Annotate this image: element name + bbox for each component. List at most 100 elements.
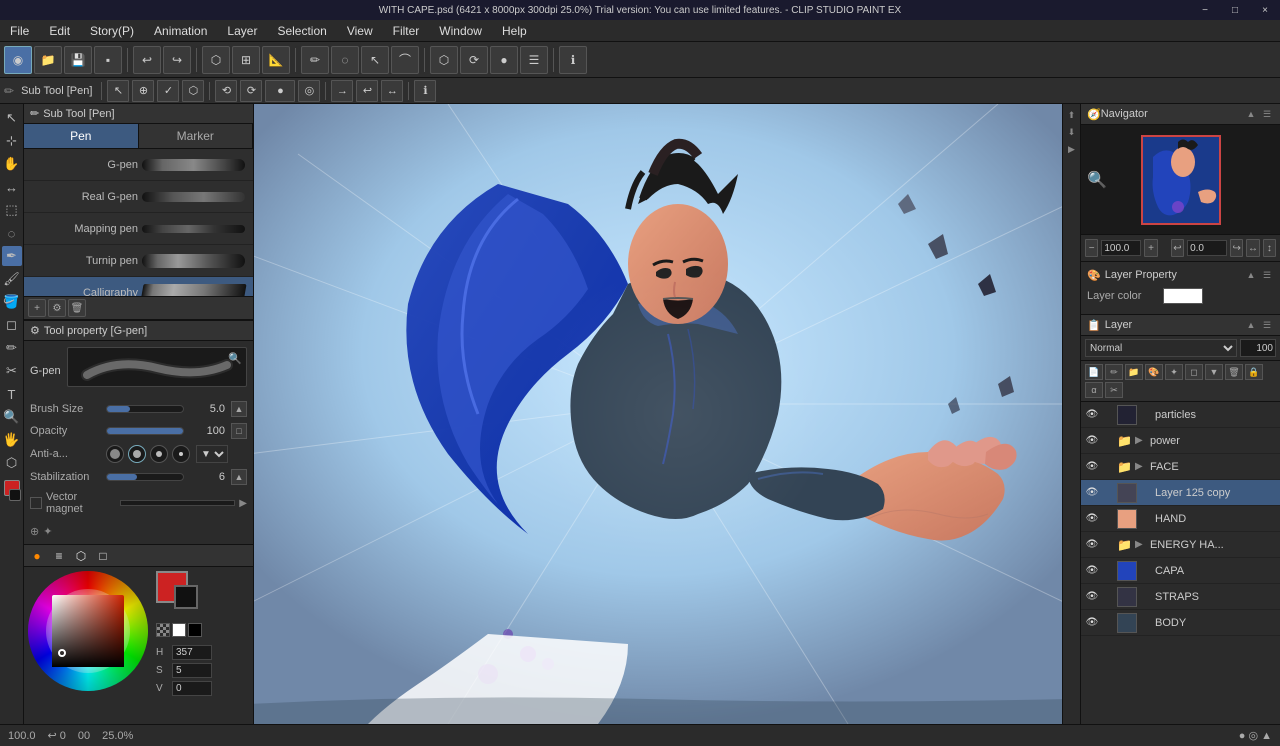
stabilization-increment[interactable]: ▲	[231, 469, 247, 485]
nav-rotate-ccw[interactable]: ↩	[1171, 239, 1184, 257]
rst-btn3[interactable]: ▶	[1065, 142, 1079, 156]
tool-bg-color[interactable]	[9, 489, 21, 501]
stb-btn4[interactable]: ⬡	[182, 80, 204, 102]
nav-rotate-cw[interactable]: ↪	[1230, 239, 1243, 257]
toolbar-select-button[interactable]: ◌	[331, 46, 359, 74]
stabilize-icon1[interactable]: ⊕	[30, 525, 39, 538]
stb-btn6[interactable]: ⟳	[240, 80, 262, 102]
toolbar-arrow-button[interactable]: ↖	[361, 46, 389, 74]
stb-btn5[interactable]: ⟲	[215, 80, 237, 102]
layer-lock-125-copy[interactable]	[1102, 487, 1114, 499]
tool-action-settings[interactable]: ⚙	[48, 299, 66, 317]
toolbar-undo-button[interactable]: ↩	[133, 46, 161, 74]
tool-action-add[interactable]: +	[28, 299, 46, 317]
toolbar-redo-button[interactable]: ↪	[163, 46, 191, 74]
stb-help[interactable]: ℹ	[414, 80, 436, 102]
toolbar-new-button[interactable]: 📁	[34, 46, 62, 74]
menu-help[interactable]: Help	[492, 20, 537, 42]
tool-fill[interactable]: 🪣	[2, 292, 22, 312]
toolbar-rotate-button[interactable]: ⟳	[460, 46, 488, 74]
hue-input[interactable]	[172, 645, 212, 660]
nav-flip-h[interactable]: ↔	[1246, 239, 1259, 257]
tool-gradient[interactable]: ◻	[2, 315, 22, 335]
nav-rotate-input[interactable]	[1187, 240, 1227, 256]
toolbar-save-button[interactable]: 💾	[64, 46, 92, 74]
menu-layer[interactable]: Layer	[217, 20, 267, 42]
brush-g-pen[interactable]: G-pen	[24, 149, 253, 181]
vector-magnet-checkbox[interactable]	[30, 497, 42, 509]
brush-size-increment[interactable]: ▲	[231, 401, 247, 417]
lt-new-fill[interactable]: 🎨	[1145, 364, 1163, 380]
layer-capa[interactable]: 👁 CAPA	[1081, 558, 1280, 584]
lt-clip[interactable]: ✂	[1105, 382, 1123, 398]
tool-action-delete[interactable]: 🗑	[68, 299, 86, 317]
tool-zoom[interactable]: 🔍	[2, 407, 22, 427]
toolbar-paint-button[interactable]: ◉	[4, 46, 32, 74]
layer-body[interactable]: 👁 BODY	[1081, 610, 1280, 636]
color-wheel-tab[interactable]: ●	[28, 547, 46, 565]
layer-eye-straps[interactable]: 👁	[1085, 590, 1099, 604]
lp-header-btn2[interactable]: ☰	[1260, 268, 1274, 282]
opacity-slider[interactable]	[106, 427, 184, 435]
toolbar-curve-button[interactable]: ⌒	[391, 46, 419, 74]
tool-lasso[interactable]: ◌	[2, 223, 22, 243]
tool-brush[interactable]: 🖌	[2, 269, 22, 289]
layer-lock-capa[interactable]	[1102, 565, 1114, 577]
layer-expand-energy[interactable]: ▶	[1135, 539, 1147, 550]
tool-shape[interactable]: ⬡	[2, 453, 22, 473]
rst-btn2[interactable]: ⬇	[1065, 125, 1079, 139]
brush-preview-search[interactable]: 🔍	[228, 352, 242, 365]
layer-125-copy[interactable]: 👁 Layer 125 copy	[1081, 480, 1280, 506]
nav-flip-v[interactable]: ↕	[1263, 239, 1276, 257]
toolbar-grid-button[interactable]: ⊞	[232, 46, 260, 74]
toolbar-menu-button[interactable]: ☰	[520, 46, 548, 74]
stb-rotate[interactable]: ↩	[356, 80, 378, 102]
nav-thumbnail[interactable]	[1141, 135, 1221, 225]
aa-none[interactable]	[106, 445, 124, 463]
lt-delete[interactable]: 🗑	[1225, 364, 1243, 380]
tool-eraser[interactable]: ✏	[2, 338, 22, 358]
toolbar-ruler-button[interactable]: 📐	[262, 46, 290, 74]
layer-lock-energy[interactable]	[1102, 539, 1114, 551]
menu-view[interactable]: View	[337, 20, 383, 42]
aa-dropdown[interactable]: ▼	[196, 445, 228, 463]
layers-header-btn1[interactable]: ▲	[1244, 318, 1258, 332]
nav-header-btn2[interactable]: ☰	[1260, 107, 1274, 121]
white-swatch[interactable]	[172, 623, 186, 637]
layer-opacity-input[interactable]	[1240, 339, 1276, 357]
menu-animation[interactable]: Animation	[144, 20, 217, 42]
lt-lock[interactable]: 🔒	[1245, 364, 1263, 380]
toolbar-pen-button[interactable]: ✏	[301, 46, 329, 74]
stabilize-icon2[interactable]: ✦	[43, 525, 52, 538]
toolbar-circle-button[interactable]: ●	[490, 46, 518, 74]
tab-pen[interactable]: Pen	[24, 124, 139, 148]
layer-lock-body[interactable]	[1102, 617, 1114, 629]
color-palette-tab[interactable]: ⬡	[72, 547, 90, 565]
layer-lock-power[interactable]	[1102, 435, 1114, 447]
toolbar-transform-button[interactable]: ⬡	[202, 46, 230, 74]
menu-story[interactable]: Story(P)	[80, 20, 144, 42]
layer-eye-capa[interactable]: 👁	[1085, 564, 1099, 578]
canvas-area[interactable]	[254, 104, 1062, 724]
brush-real-g-pen[interactable]: Real G-pen	[24, 181, 253, 213]
minimize-button[interactable]: −	[1190, 0, 1220, 20]
opacity-lock[interactable]: □	[231, 423, 247, 439]
tool-hand[interactable]: 🖐	[2, 430, 22, 450]
vector-magnet-slider[interactable]	[120, 500, 235, 506]
toolbar-square-button[interactable]: ▪	[94, 46, 122, 74]
stb-btn2[interactable]: ⊕	[132, 80, 154, 102]
aa-weak[interactable]	[128, 445, 146, 463]
layer-lock-straps[interactable]	[1102, 591, 1114, 603]
brush-calligraphy[interactable]: Calligraphy	[24, 277, 253, 296]
black-swatch[interactable]	[188, 623, 202, 637]
brush-turnip-pen[interactable]: Turnip pen	[24, 245, 253, 277]
lt-alpha[interactable]: α	[1085, 382, 1103, 398]
stb-btn3[interactable]: ✓	[157, 80, 179, 102]
layer-particles[interactable]: 👁 particles	[1081, 402, 1280, 428]
brush-size-slider[interactable]	[106, 405, 184, 413]
tool-select[interactable]: ↖	[2, 108, 22, 128]
tool-subselect[interactable]: ⊹	[2, 131, 22, 151]
transparent-swatch[interactable]	[156, 623, 170, 637]
layers-header-btn2[interactable]: ☰	[1260, 318, 1274, 332]
val-input[interactable]	[172, 681, 212, 696]
